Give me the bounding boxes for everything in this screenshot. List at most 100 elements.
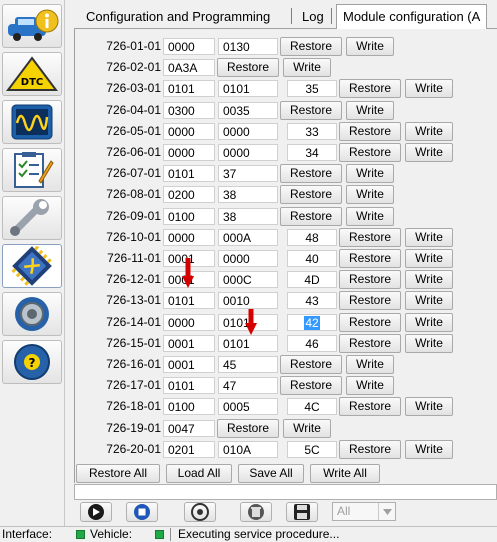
restore-button[interactable]: Restore	[339, 312, 401, 332]
value-field[interactable]: 34	[287, 144, 337, 161]
restore-button[interactable]: Restore	[339, 291, 401, 311]
write-button[interactable]: Write	[405, 143, 453, 162]
value-field[interactable]: 0100	[163, 207, 215, 225]
value-field[interactable]: 38	[218, 207, 278, 225]
oscilloscope-icon[interactable]	[2, 100, 62, 144]
value-field[interactable]: 0000	[163, 313, 215, 331]
value-field[interactable]: 0101	[163, 377, 215, 395]
tab-configuration-programming[interactable]: Configuration and Programming	[80, 6, 276, 28]
write-button[interactable]: Write	[405, 312, 453, 332]
value-field[interactable]: 0A3A	[163, 59, 215, 77]
write-button[interactable]: Write	[346, 37, 394, 56]
restore-button[interactable]: Restore	[339, 439, 401, 459]
tab-module-configuration[interactable]: Module configuration (A	[336, 4, 488, 30]
value-field[interactable]: 0035	[218, 101, 278, 119]
value-field[interactable]: 0130	[218, 38, 278, 55]
restore-button[interactable]: Restore	[280, 37, 342, 56]
value-field[interactable]: 0001	[163, 334, 215, 352]
write-button[interactable]: Write	[283, 418, 331, 438]
write-button[interactable]: Write	[346, 100, 394, 120]
write-button[interactable]: Write	[405, 249, 453, 268]
value-field[interactable]: 0101	[163, 80, 215, 98]
restore-button[interactable]: Restore	[339, 227, 401, 247]
write-button[interactable]: Write	[405, 121, 453, 141]
write-button[interactable]: Write	[346, 164, 394, 184]
dtc-icon[interactable]: DTC	[2, 52, 62, 96]
restore-button[interactable]: Restore	[280, 100, 342, 120]
delete-icon[interactable]	[240, 502, 272, 522]
chevron-down-icon[interactable]	[378, 503, 395, 520]
value-field[interactable]: 0010	[218, 292, 278, 310]
write-button[interactable]: Write	[405, 291, 453, 311]
value-field[interactable]: 0000	[218, 122, 278, 140]
value-field[interactable]: 0200	[163, 186, 215, 204]
save-all-button[interactable]: Save All	[238, 464, 304, 483]
steering-help-icon[interactable]: ?	[2, 340, 62, 384]
write-button[interactable]: Write	[346, 185, 394, 205]
value-field[interactable]: 47	[218, 377, 278, 395]
restore-button[interactable]: Restore	[339, 121, 401, 141]
write-button[interactable]: Write	[346, 355, 394, 374]
value-field[interactable]: 45	[218, 356, 278, 373]
restore-button[interactable]: Restore	[280, 206, 342, 226]
write-button[interactable]: Write	[405, 227, 453, 247]
restore-button[interactable]: Restore	[280, 355, 342, 374]
chip-module-icon[interactable]	[2, 244, 62, 288]
info-car-icon[interactable]	[2, 4, 62, 48]
play-icon[interactable]	[80, 502, 112, 522]
value-field[interactable]: 0000	[163, 38, 215, 55]
value-field[interactable]: 0000	[218, 144, 278, 161]
write-button[interactable]: Write	[405, 333, 453, 353]
value-field[interactable]: 48	[287, 228, 337, 246]
wrench-icon[interactable]	[2, 196, 62, 240]
value-field[interactable]: 0000	[163, 144, 215, 161]
restore-button[interactable]: Restore	[339, 333, 401, 353]
value-field[interactable]: 38	[218, 186, 278, 204]
restore-button[interactable]: Restore	[280, 376, 342, 396]
restore-all-button[interactable]: Restore All	[76, 464, 160, 483]
restore-button[interactable]: Restore	[339, 397, 401, 417]
restore-button[interactable]: Restore	[217, 58, 279, 78]
write-button[interactable]: Write	[405, 397, 453, 417]
value-field[interactable]: 000A	[218, 228, 278, 246]
value-field[interactable]: 0100	[163, 398, 215, 416]
restore-button[interactable]: Restore	[280, 185, 342, 205]
value-field[interactable]: 0005	[218, 398, 278, 416]
restore-button[interactable]: Restore	[217, 418, 279, 438]
value-field[interactable]: 35	[287, 80, 337, 98]
value-field[interactable]: 43	[287, 292, 337, 310]
value-field[interactable]: 0000	[163, 122, 215, 140]
restore-button[interactable]: Restore	[339, 270, 401, 290]
value-field[interactable]: 0101	[163, 165, 215, 183]
value-field[interactable]: 4D	[287, 271, 337, 289]
tab-log[interactable]: Log	[296, 6, 330, 28]
value-field[interactable]: 0000	[163, 228, 215, 246]
write-button[interactable]: Write	[346, 376, 394, 396]
value-field[interactable]: 000C	[218, 271, 278, 289]
write-all-button[interactable]: Write All	[310, 464, 380, 483]
value-field[interactable]: 0101	[218, 80, 278, 98]
output-field[interactable]	[74, 484, 497, 500]
write-button[interactable]: Write	[283, 58, 331, 78]
value-field[interactable]: 0300	[163, 101, 215, 119]
write-button[interactable]: Write	[405, 270, 453, 290]
load-all-button[interactable]: Load All	[166, 464, 232, 483]
value-field[interactable]: 33	[287, 122, 337, 140]
diagnose-icon[interactable]	[184, 502, 216, 522]
value-field[interactable]: 0001	[163, 356, 215, 373]
value-field[interactable]: 0101	[218, 334, 278, 352]
filter-select[interactable]: All	[332, 502, 396, 521]
restore-button[interactable]: Restore	[339, 249, 401, 268]
value-field[interactable]: 0000	[218, 250, 278, 267]
value-field[interactable]: 46	[287, 334, 337, 352]
value-field[interactable]: 0047	[163, 419, 215, 437]
save-disk-icon[interactable]	[286, 502, 318, 522]
restore-button[interactable]: Restore	[339, 79, 401, 99]
checklist-icon[interactable]	[2, 148, 62, 192]
value-field[interactable]: 0101	[163, 292, 215, 310]
value-field[interactable]: 0201	[163, 440, 215, 458]
value-field[interactable]: 4C	[287, 398, 337, 416]
value-field[interactable]: 5C	[287, 440, 337, 458]
gear-wheel-icon[interactable]	[2, 292, 62, 336]
write-button[interactable]: Write	[405, 439, 453, 459]
